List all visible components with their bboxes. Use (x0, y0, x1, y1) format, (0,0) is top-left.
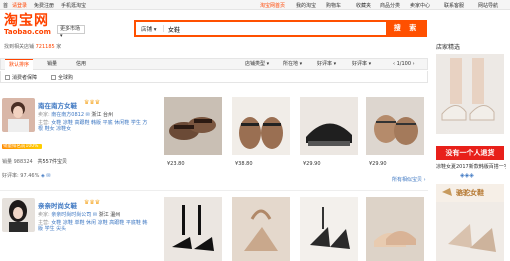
search-box[interactable]: 店铺 ▾ 女鞋 搜 索 (134, 20, 427, 37)
pager[interactable]: ‹ 1/100 › (393, 59, 415, 70)
result-count: 找到相关店铺 721185 家 (4, 44, 62, 50)
sidebar-product-image[interactable]: 骆驼女鞋 (436, 184, 504, 261)
product-image[interactable] (366, 97, 424, 155)
search-input[interactable]: 女鞋 (168, 25, 180, 34)
seller-line: 卖家: 南在南方0812 ✉ 浙江 台州 (38, 112, 113, 118)
sales-rank-badge: 销量排名前100% (2, 143, 42, 149)
categories-link[interactable]: 商品分类 (380, 2, 400, 9)
service-icons: ◈◈◈ (460, 172, 474, 179)
seller-line: 卖家: 亲亲时尚时尚公司 ✉ 浙江 温州 (38, 212, 121, 218)
product-price: ¥29.90 (303, 161, 321, 167)
search-scope-select[interactable]: 店铺 ▾ (141, 25, 157, 33)
crown-icon: ♛♛♛ (84, 99, 101, 106)
crown-icon: ♛♛♛ (84, 199, 101, 206)
home-link[interactable]: 首 (3, 2, 8, 9)
chat-icon: ✉ (85, 112, 90, 118)
market-select[interactable]: 更多市场 ▾ (57, 25, 85, 39)
checkbox-filters: 消费者保障 全球购 (0, 71, 428, 83)
product-price: ¥38.80 (235, 161, 253, 167)
divider (163, 25, 164, 32)
product-image[interactable] (366, 197, 424, 261)
divider (0, 190, 428, 191)
tab-credit[interactable]: 信用 (76, 59, 86, 70)
promo-banner[interactable]: 没有一个人退货 (436, 146, 504, 160)
sales-line: 销量 988324 共557件宝贝 (2, 159, 68, 165)
taobao-logo[interactable]: 淘宝网 Taobao.com (4, 14, 51, 36)
location-filter[interactable]: 所在地 ▾ (283, 59, 302, 70)
shop-name[interactable]: 亲亲时尚女鞋 (38, 200, 77, 210)
sidebar-product-image[interactable] (436, 54, 504, 134)
product-image[interactable] (300, 97, 358, 155)
taobao-home-link[interactable]: 淘宝网首页 (260, 2, 285, 9)
seller-center-link[interactable]: 卖家中心 (410, 2, 430, 9)
mobile-link[interactable]: 手机逛淘宝 (61, 2, 86, 9)
product-image[interactable] (164, 197, 222, 261)
product-image[interactable] (164, 97, 222, 155)
cart-link[interactable]: 购物车 (326, 2, 341, 9)
rate-line: 好评率: 97.46% ◈ ✉ (2, 173, 51, 179)
shop-type-filter[interactable]: 店铺类型 ▾ (245, 59, 269, 70)
sidebar-caption[interactable]: 凉鞋女夏2017新款韩版百搭一字扣 (436, 163, 506, 170)
product-price: ¥29.90 (369, 161, 387, 167)
login-link[interactable]: 请登录 (12, 2, 27, 9)
tab-sales[interactable]: 销量 (47, 59, 57, 70)
shop-name[interactable]: 南在南方女鞋 (38, 100, 77, 110)
sitemap-link[interactable]: 网站导航 (478, 2, 498, 9)
product-price: ¥23.80 (167, 161, 185, 167)
shield-icon: ◈ ✉ (40, 173, 51, 179)
shop-avatar[interactable] (2, 98, 35, 132)
favorites-link[interactable]: 收藏夹 (356, 2, 371, 9)
chat-icon: ✉ (92, 212, 98, 218)
main-categories: 主营: 女鞋 凉鞋 单鞋 休闲 凉鞋 高跟鞋 平底鞋 韩版 学生 尖头 (38, 220, 148, 232)
my-taobao-link[interactable]: 我的淘宝 (296, 2, 316, 9)
product-image[interactable] (232, 197, 290, 261)
register-link[interactable]: 免费注册 (34, 2, 54, 9)
sidebar-title: 店家精选 (436, 44, 461, 51)
product-image[interactable] (232, 97, 290, 155)
main-categories: 主营: 女鞋 凉鞋 高跟鞋 韩版 平底 休闲鞋 学生 方根 鞋女 凉鞋女 (38, 120, 148, 132)
top-bar: 首 请登录 免费注册 手机逛淘宝 淘宝网首页 我的淘宝 购物车 收藏夹 商品分类… (0, 0, 510, 10)
contact-link[interactable]: 联系客服 (444, 2, 464, 9)
consumer-protect-checkbox[interactable]: 消费者保障 (5, 74, 37, 81)
shop-avatar[interactable] (2, 198, 35, 232)
product-image[interactable] (300, 197, 358, 261)
global-checkbox[interactable]: 全球购 (51, 74, 73, 81)
brand-banner: 骆驼女鞋 (456, 189, 484, 197)
rating-filter[interactable]: 好评率 ▾ (317, 59, 336, 70)
search-button[interactable]: 搜 索 (386, 20, 427, 37)
sort-tabs: 默认排序 销量 信用 店铺类型 ▾ 所在地 ▾ 好评率 ▾ 好评率 ▾ ‹ 1/… (0, 58, 428, 70)
tab-default[interactable]: 默认排序 (5, 59, 34, 70)
similar-items-link[interactable]: 所有相似宝贝 › (392, 176, 426, 183)
good-rate-filter[interactable]: 好评率 ▾ (352, 59, 371, 70)
